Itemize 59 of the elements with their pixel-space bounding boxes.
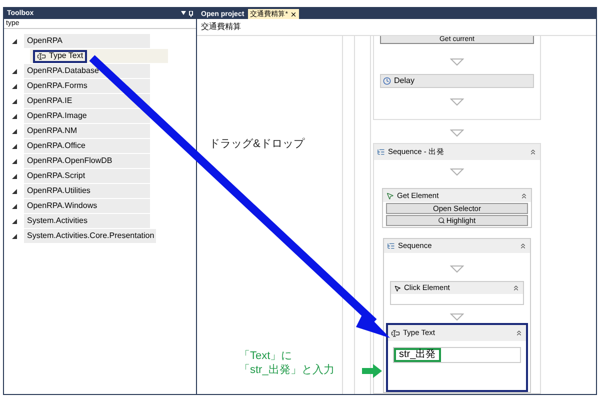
- instruction-text: 「Text」に: [239, 349, 294, 363]
- expander-icon[interactable]: [12, 144, 16, 148]
- text-field[interactable]: str_出発: [393, 347, 521, 363]
- instruction-text: 「str_出発」と入力: [239, 363, 334, 377]
- item-label: Type Text: [49, 50, 84, 62]
- toolbox-category[interactable]: System.Activities.Core.Presentation: [24, 229, 156, 243]
- toolbox-category[interactable]: OpenRPA.Forms: [24, 79, 150, 93]
- toolbox-category[interactable]: OpenRPA.Windows: [24, 199, 150, 213]
- expander-icon[interactable]: [12, 158, 16, 164]
- pointer-arrow-icon: [362, 364, 382, 378]
- toolbox-category[interactable]: OpenRPA.OpenFlowDB: [24, 154, 150, 168]
- toolbox-category[interactable]: OpenRPA.Office: [24, 139, 150, 153]
- toolbox-category[interactable]: OpenRPA.Utilities: [24, 184, 150, 198]
- toolbox-category[interactable]: OpenRPA.NM: [24, 124, 150, 138]
- flow-arrow-icon: [450, 313, 464, 321]
- document-title: 交通費精算: [201, 21, 241, 33]
- toolbox-category[interactable]: OpenRPA.Database: [24, 64, 150, 78]
- toolbox-category[interactable]: OpenRPA: [24, 34, 150, 48]
- text-cursor-icon: [37, 52, 46, 60]
- toolbox-category[interactable]: OpenRPA.Image: [24, 109, 150, 123]
- field-value: str_出発: [394, 348, 441, 362]
- toolbox-item[interactable]: Type Text: [30, 49, 168, 63]
- collapse-icon[interactable]: [529, 148, 537, 156]
- collapse-icon[interactable]: [512, 284, 520, 292]
- expander-icon[interactable]: [12, 84, 16, 88]
- element-icon: [386, 192, 394, 200]
- toolbox-category[interactable]: System.Activities: [24, 214, 150, 228]
- collapse-icon[interactable]: [520, 192, 528, 200]
- flow-arrow-icon: [450, 265, 464, 273]
- sequence-icon: [377, 148, 385, 156]
- clock-icon: [383, 77, 391, 85]
- flow-arrow-icon: [450, 168, 464, 176]
- close-icon[interactable]: [290, 10, 297, 18]
- toolbox-category[interactable]: OpenRPA.Script: [24, 169, 150, 183]
- expander-icon[interactable]: [12, 218, 16, 224]
- expander-icon[interactable]: [12, 204, 16, 208]
- expander-icon[interactable]: [12, 114, 16, 118]
- drag-drop-label: ドラッグ&ドロップ: [209, 136, 304, 152]
- expander-icon[interactable]: [12, 234, 16, 238]
- expander-icon[interactable]: [12, 38, 16, 44]
- pointer-icon: [394, 284, 401, 292]
- expander-icon[interactable]: [12, 174, 16, 178]
- search-icon: [438, 217, 446, 224]
- collapse-icon[interactable]: [519, 242, 527, 250]
- expander-icon[interactable]: [12, 68, 16, 74]
- toolbox-category[interactable]: OpenRPA.IE: [24, 94, 150, 108]
- pin-icon[interactable]: [189, 10, 193, 16]
- flow-arrow-icon: [450, 58, 464, 66]
- activity-title: Delay: [394, 75, 414, 87]
- collapse-icon[interactable]: [515, 329, 523, 337]
- expander-icon[interactable]: [12, 128, 16, 134]
- flow-arrow-icon: [450, 129, 464, 137]
- expander-icon[interactable]: [12, 188, 16, 194]
- sequence-icon: [387, 242, 395, 250]
- text-cursor-icon: [391, 328, 400, 338]
- dropdown-icon[interactable]: [181, 10, 186, 14]
- activity-card[interactable]: Delay: [380, 74, 534, 88]
- expander-icon[interactable]: [12, 98, 16, 104]
- flow-arrow-icon: [450, 98, 464, 106]
